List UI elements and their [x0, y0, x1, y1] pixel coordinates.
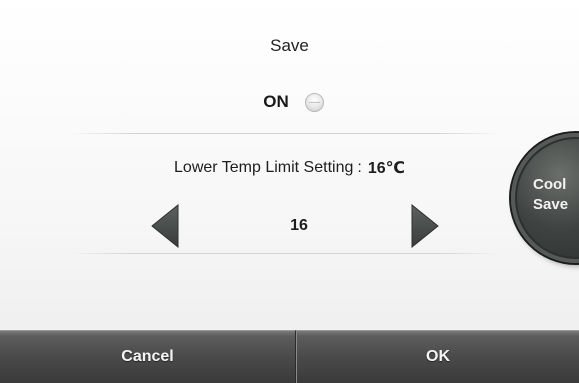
left-triangle-icon	[151, 204, 179, 248]
save-toggle-row: ON	[0, 92, 579, 112]
save-toggle-radio[interactable]	[304, 92, 324, 112]
setting-row: Lower Temp Limit Setting : 16℃	[0, 158, 579, 178]
increment-button[interactable]	[410, 203, 440, 249]
ok-button[interactable]: OK	[296, 330, 579, 383]
setting-separator: :	[357, 159, 362, 176]
side-button-line2: Save	[533, 196, 569, 213]
temp-stepper: 16	[150, 200, 440, 252]
right-triangle-icon	[411, 204, 439, 248]
divider	[70, 133, 500, 134]
setting-value: 16℃	[367, 160, 405, 177]
page-title: Save	[270, 36, 309, 55]
bottom-bar: Cancel OK	[0, 330, 579, 383]
side-button-line1: Cool	[533, 176, 567, 193]
cool-save-button[interactable]: Cool Save	[511, 133, 579, 263]
cancel-button[interactable]: Cancel	[0, 330, 296, 383]
decrement-button[interactable]	[150, 203, 180, 249]
setting-label: Lower Temp Limit Setting	[174, 159, 354, 176]
divider	[70, 253, 500, 254]
toggle-label: ON	[263, 92, 289, 111]
settings-screen: Save ON Lower Temp Limit Setting : 16℃ 1…	[0, 0, 579, 383]
stepper-value: 16	[290, 217, 308, 234]
